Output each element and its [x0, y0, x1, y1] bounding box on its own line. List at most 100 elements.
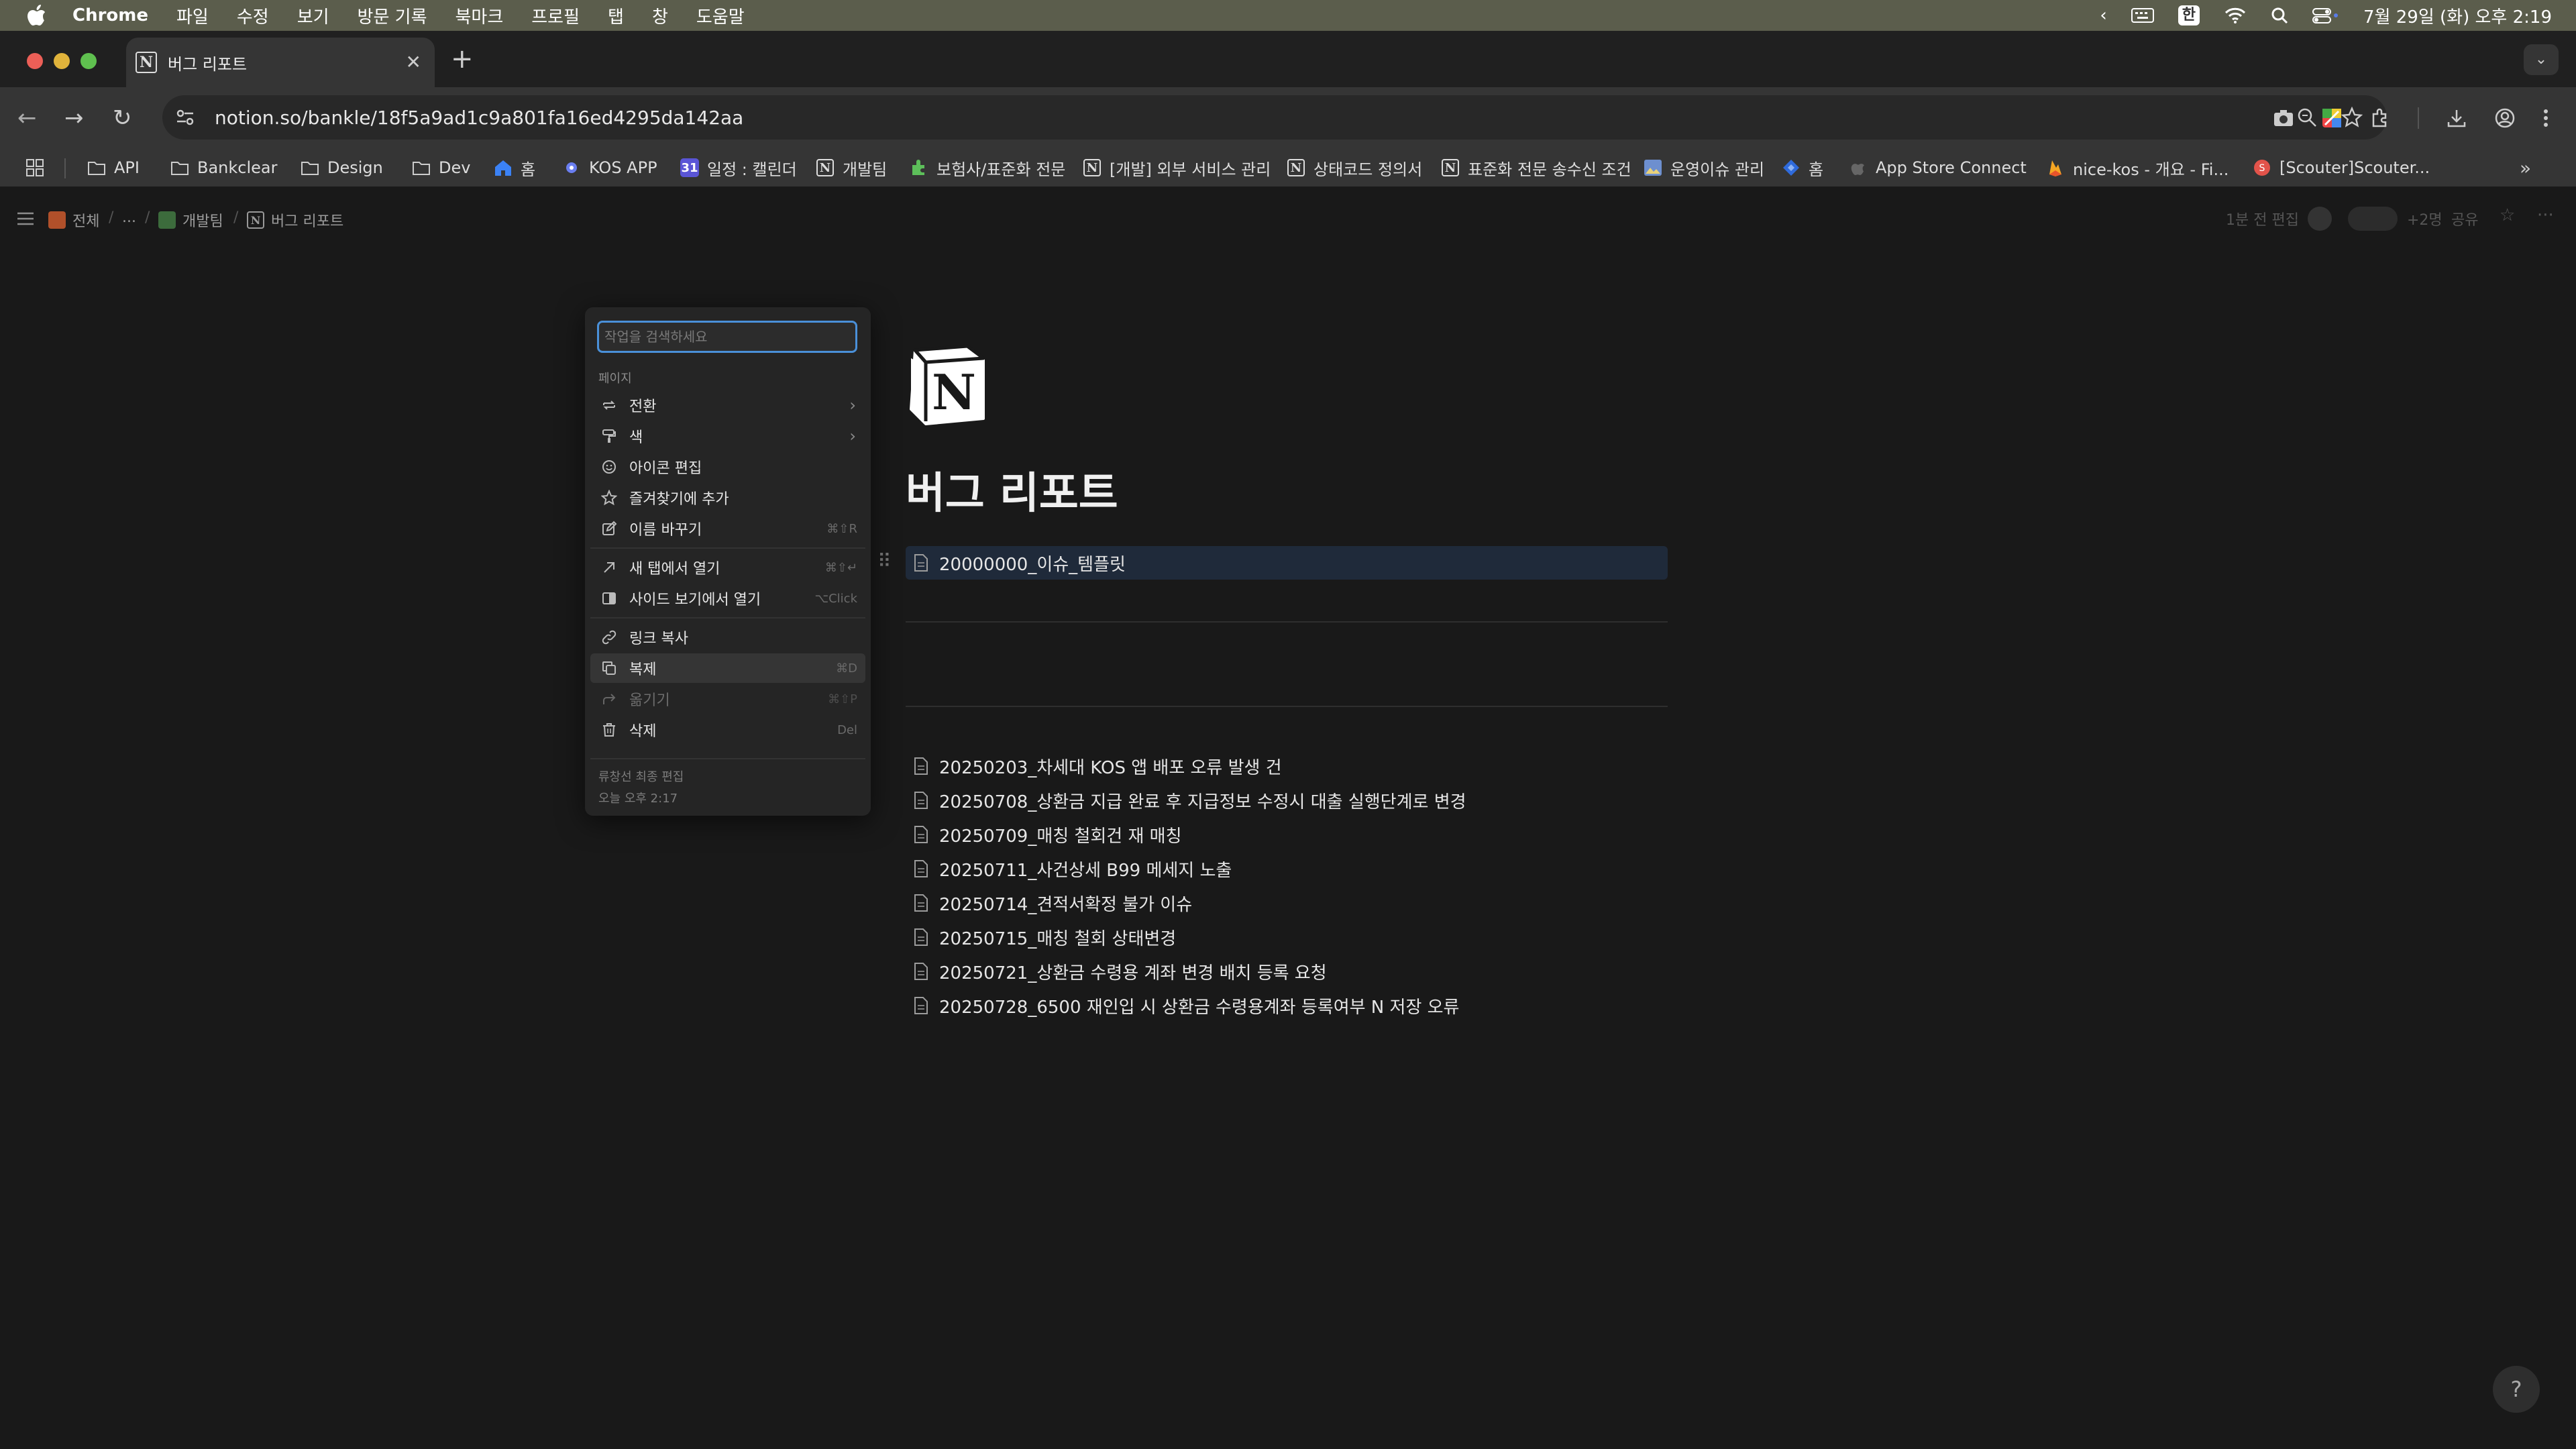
menu-item-edit-icon[interactable]: 아이콘 편집: [590, 452, 865, 482]
new-tab-button[interactable]: +: [451, 46, 474, 72]
apple-menu-icon[interactable]: [27, 4, 47, 27]
bookmark-app-store-connect[interactable]: App Store Connect: [1849, 154, 2027, 181]
bookmark-ops-issues[interactable]: 운영이슈 관리: [1644, 154, 1764, 181]
bookmark-design[interactable]: Design: [301, 154, 383, 181]
bookmark-insurance-standard[interactable]: 보험사/표준화 전문: [910, 154, 1065, 181]
menu-window[interactable]: 창: [652, 3, 668, 28]
menu-help[interactable]: 도움말: [696, 3, 745, 28]
list-item[interactable]: 20250203_차세대 KOS 앱 배포 오류 발생 건: [906, 750, 1282, 782]
more-options-icon[interactable]: ···: [2537, 205, 2554, 225]
share-button[interactable]: 공유: [2451, 208, 2478, 229]
profile-icon[interactable]: [2494, 107, 2516, 129]
forward-arrow-icon[interactable]: →: [64, 103, 84, 133]
address-bar[interactable]: notion.so/bankle/18f5a9ad1c9a801fa16ed42…: [162, 95, 2387, 140]
template-page-link-selected[interactable]: 20000000_이슈_템플릿: [906, 546, 1668, 580]
menubar-clock[interactable]: 7월 29일 (화) 오후 2:19: [2363, 3, 2552, 28]
browser-tab-active[interactable]: N 버그 리포트 ✕: [126, 38, 435, 87]
menu-file[interactable]: 파일: [176, 3, 209, 28]
menu-item-open-new-tab[interactable]: 새 탭에서 열기 ⌘⇧↵: [590, 553, 865, 582]
tab-search-chevron-icon[interactable]: ⌄: [2524, 44, 2559, 75]
member-count[interactable]: +2명: [2407, 208, 2443, 229]
menu-app-name[interactable]: Chrome: [72, 5, 148, 25]
page-document-icon: [914, 928, 928, 946]
menu-item-open-side-peek[interactable]: 사이드 보기에서 열기 ⌥Click: [590, 584, 865, 613]
reload-icon[interactable]: ↻: [113, 103, 132, 133]
bookmark-dev[interactable]: Dev: [412, 154, 470, 181]
wifi-icon[interactable]: [2224, 7, 2247, 24]
keyboard-icon[interactable]: [2131, 7, 2154, 23]
menu-item-turn-into[interactable]: 전환 ›: [590, 390, 865, 420]
drag-handle-icon[interactable]: ⠿: [877, 551, 892, 572]
downloads-icon[interactable]: [2446, 107, 2467, 129]
bookmark-kos-app[interactable]: KOS APP: [562, 154, 657, 181]
notion-logo-icon[interactable]: N: [906, 343, 989, 427]
bookmark-firebase[interactable]: nice-kos - 개요 - Fi...: [2046, 154, 2229, 181]
camera-extension-icon[interactable]: [2273, 109, 2294, 127]
url-text[interactable]: notion.so/bankle/18f5a9ad1c9a801fa16ed42…: [215, 107, 743, 129]
menu-item-duplicate[interactable]: 복제 ⌘D: [590, 653, 865, 683]
bookmarks-separator: [64, 158, 66, 178]
page-title[interactable]: 버그 리포트: [906, 467, 1118, 521]
menu-item-add-favorite[interactable]: 즐겨찾기에 추가: [590, 483, 865, 513]
breadcrumb-dev-team[interactable]: 개발팀: [158, 209, 223, 231]
menu-bookmarks[interactable]: 북마크: [455, 3, 504, 28]
list-item[interactable]: 20250708_상환금 지급 완료 후 지급정보 수정시 대출 실행단계로 변…: [906, 784, 1466, 816]
menu-item-move[interactable]: 옮기기 ⌘⇧P: [590, 684, 865, 714]
page-document-icon: [914, 826, 928, 843]
list-item[interactable]: 20250715_매칭 철회 상태변경: [906, 921, 1176, 953]
color-picker-extension-icon[interactable]: [2321, 107, 2343, 129]
bookmark-bankclear[interactable]: Bankclear: [170, 154, 277, 181]
menu-item-delete[interactable]: 삭제 Del: [590, 715, 865, 745]
page-document-icon: [914, 963, 928, 980]
zoom-window-button[interactable]: [80, 53, 97, 69]
bookmark-calendar[interactable]: 31 일정 : 캘린더: [680, 154, 797, 181]
control-center-icon[interactable]: [2312, 7, 2339, 24]
extensions-puzzle-icon[interactable]: [2369, 107, 2391, 129]
bookmark-status-codes[interactable]: N 상태코드 정의서: [1287, 154, 1422, 181]
menu-item-color[interactable]: 색 ›: [590, 421, 865, 451]
list-item-label: 20250715_매칭 철회 상태변경: [939, 928, 1177, 949]
bookmark-standard-conditions[interactable]: N 표준화 전문 송수신 조건: [1441, 154, 1631, 181]
menu-item-copy-link[interactable]: 링크 복사: [590, 623, 865, 652]
chrome-menu-kebab-icon[interactable]: [2542, 107, 2549, 129]
breadcrumb-ellipsis[interactable]: ...: [122, 209, 136, 226]
paint-icon: [600, 427, 619, 445]
bookmark-scouter[interactable]: S [Scouter]Scouter...: [2253, 154, 2430, 181]
breadcrumb-bug-report[interactable]: N 버그 리포트: [247, 209, 343, 231]
action-search-input[interactable]: [597, 321, 857, 353]
spotlight-search-icon[interactable]: [2271, 7, 2288, 24]
image-icon: [1644, 158, 1662, 177]
breadcrumb-workspace[interactable]: 전체: [48, 209, 99, 231]
more-bookmarks-chevron-icon[interactable]: »: [2520, 157, 2531, 179]
site-settings-icon[interactable]: [173, 105, 197, 129]
bookmark-jira-home[interactable]: 홈: [1782, 154, 1823, 181]
list-item[interactable]: 20250714_견적서확정 불가 이슈: [906, 887, 1192, 919]
menu-history[interactable]: 방문 기록: [358, 3, 427, 28]
menu-tab[interactable]: 탭: [608, 3, 624, 28]
avatar[interactable]: [2308, 207, 2332, 231]
menu-view[interactable]: 보기: [297, 3, 329, 28]
page-document-icon: [914, 997, 928, 1014]
avatar-group[interactable]: [2348, 207, 2398, 231]
list-item[interactable]: 20250721_상환금 수령용 계좌 변경 배치 등록 요청: [906, 955, 1327, 987]
list-item[interactable]: 20250728_6500 재인입 시 상환금 수령용계좌 등록여부 N 저장 …: [906, 989, 1459, 1022]
menu-item-rename[interactable]: 이름 바꾸기 ⌘⇧R: [590, 514, 865, 543]
favorite-star-icon[interactable]: ☆: [2500, 205, 2515, 225]
menu-profiles[interactable]: 프로필: [531, 3, 580, 28]
back-arrow-icon[interactable]: ←: [17, 103, 37, 133]
help-question-icon[interactable]: ?: [2493, 1366, 2540, 1413]
input-source-indicator[interactable]: 한: [2178, 5, 2200, 25]
close-tab-icon[interactable]: ✕: [406, 51, 421, 73]
sidebar-menu-icon[interactable]: [16, 211, 35, 227]
list-item[interactable]: 20250711_사건상세 B99 메세지 노출: [906, 853, 1232, 885]
close-window-button[interactable]: [27, 53, 43, 69]
bookmark-external-services[interactable]: N [개발] 외부 서비스 관리: [1083, 154, 1271, 181]
bookmark-home[interactable]: 홈: [494, 154, 535, 181]
chevron-left-icon[interactable]: ‹: [2100, 5, 2106, 25]
bookmark-dev-team[interactable]: N 개발팀: [816, 154, 887, 181]
menu-edit[interactable]: 수정: [237, 3, 269, 28]
minimize-window-button[interactable]: [54, 53, 70, 69]
list-item[interactable]: 20250709_매칭 철회건 재 매칭: [906, 818, 1182, 851]
apps-grid-icon[interactable]: [25, 158, 44, 177]
bookmark-api[interactable]: API: [87, 154, 140, 181]
